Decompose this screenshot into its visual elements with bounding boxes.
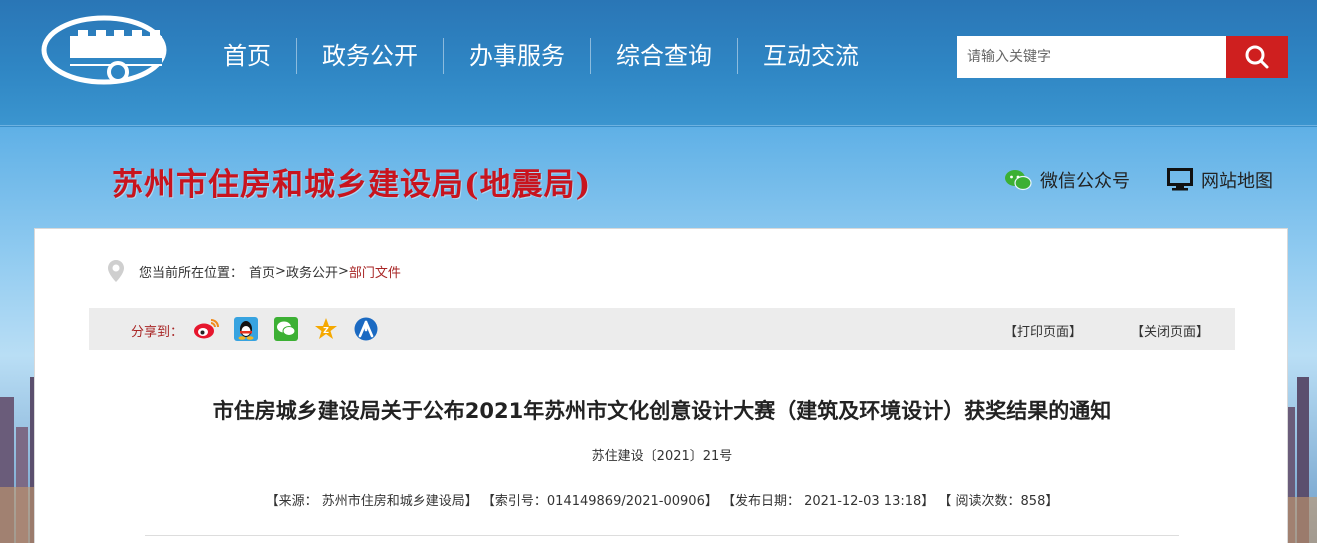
breadcrumb-prefix: 您当前所在位置： <box>139 265 244 281</box>
sitemap-label: 网站地图 <box>1201 171 1273 192</box>
breadcrumb: 您当前所在位置： 首页 > 政务公开 > 部门文件 <box>107 259 401 283</box>
search-box <box>957 36 1288 78</box>
sitemap-link[interactable]: 网站地图 <box>1167 167 1273 193</box>
share-bar: 分享到： Z 【打印页面】 【关闭页面】 <box>89 308 1235 350</box>
document-number: 苏住建设〔2021〕21号 <box>591 449 733 464</box>
wechat-icon <box>1005 170 1032 191</box>
site-title[interactable]: 苏州市住房和城乡建设局(地震局) <box>112 159 591 204</box>
nav-query[interactable]: 综合查询 <box>591 36 737 76</box>
location-pin-icon <box>108 260 124 282</box>
nav-services[interactable]: 办事服务 <box>444 36 590 76</box>
breadcrumb-separator: > <box>337 263 349 279</box>
search-input[interactable] <box>957 36 1226 78</box>
close-page-button[interactable]: 【关闭页面】 <box>1131 321 1209 340</box>
breadcrumb-government-affairs[interactable]: 政务公开 <box>286 262 338 281</box>
monitor-icon <box>1167 168 1193 191</box>
search-icon <box>1245 45 1269 69</box>
article-panel: 您当前所在位置： 首页 > 政务公开 > 部门文件 分享到： Z 【打印页面】 … <box>34 228 1288 543</box>
wechat-link[interactable]: 微信公众号 <box>1004 167 1130 193</box>
wechat-share-icon[interactable] <box>272 316 300 342</box>
nav-home[interactable]: 首页 <box>198 36 296 76</box>
svg-text:Z: Z <box>323 326 329 335</box>
breadcrumb-separator: > <box>275 263 286 279</box>
print-page-button[interactable]: 【打印页面】 <box>1004 321 1082 340</box>
article-title: 市住房城乡建设局关于公布2021年苏州市文化创意设计大赛（建筑及环境设计）获奖结… <box>212 399 1112 423</box>
article-meta: 【来源： 苏州市住房和城乡建设局】 【索引号：014149869/2021-00… <box>265 494 1059 509</box>
share-icons: Z <box>192 316 392 342</box>
search-button[interactable] <box>1226 36 1288 78</box>
nav-government-affairs[interactable]: 政务公开 <box>297 36 443 76</box>
share-label: 分享到： <box>131 325 184 340</box>
renren-icon[interactable] <box>352 316 380 342</box>
wechat-label: 微信公众号 <box>1040 171 1130 192</box>
divider <box>145 535 1179 536</box>
nav-interaction[interactable]: 互动交流 <box>738 36 884 76</box>
logo[interactable] <box>40 14 168 86</box>
weibo-icon[interactable] <box>192 316 220 342</box>
main-nav: 首页 政务公开 办事服务 综合查询 互动交流 <box>198 36 884 76</box>
breadcrumb-home[interactable]: 首页 <box>249 262 275 281</box>
qq-icon[interactable] <box>232 316 260 342</box>
qzone-icon[interactable]: Z <box>312 316 340 342</box>
breadcrumb-current[interactable]: 部门文件 <box>349 262 401 281</box>
top-header: 首页 政务公开 办事服务 综合查询 互动交流 <box>0 0 1317 126</box>
